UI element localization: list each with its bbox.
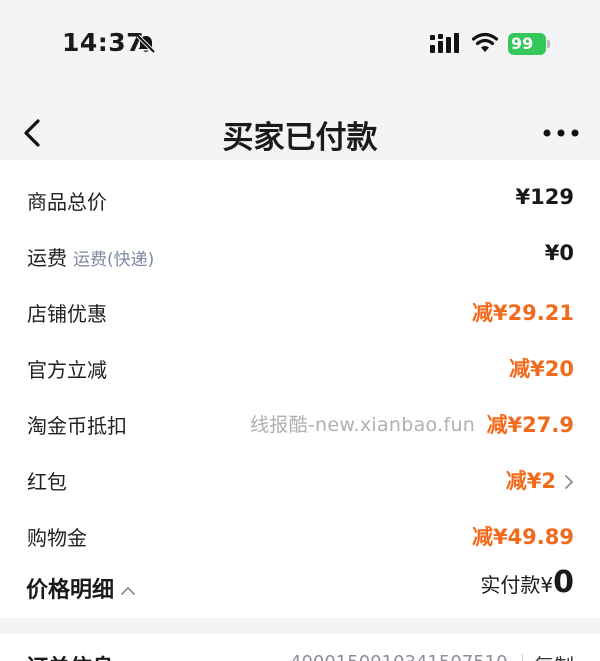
chevron-right-icon [565,475,573,489]
more-horizontal-icon[interactable] [543,126,579,140]
battery-body: 99 [508,33,546,55]
battery-tip [547,40,550,48]
row-label: 淘金币抵扣 [27,414,127,438]
status-time: 14:37 [62,28,145,57]
order-info-section: 订单信息 4000150010341507510 复制 [0,634,600,661]
cellular-signal-icon [430,33,459,53]
price-detail-label: 价格明细 [26,578,115,603]
row-label: 红包 [27,470,67,494]
row-value: 减¥29.21 [471,301,574,325]
page-title: 买家已付款 [222,120,378,156]
wifi-icon [471,32,499,52]
row-shop-discount: 店铺优惠 减¥29.21 [0,282,600,338]
row-label: 购物金 [27,526,87,550]
order-page: 14:37 99 买家已付款 商品总价 ¥129 运费 运费(快递) ¥0 店铺… [0,0,600,661]
status-bar: 14:37 99 [0,0,600,86]
watermark-text: 线报酷-new.xianbao.fun [250,414,476,436]
chevron-up-icon [121,587,135,595]
battery-icon: 99 [508,33,550,55]
row-label-wrap: 运费 运费(快递) [27,242,154,271]
order-number: 4000150010341507510 [290,652,508,661]
row-shipping: 运费 运费(快递) ¥0 [0,226,600,282]
row-red-packet[interactable]: 红包 减¥2 [0,450,600,506]
copy-button[interactable]: 复制 [534,650,574,661]
paid-label: 实付款¥ [480,573,554,597]
row-value: ¥0 [544,241,574,265]
row-value: 减¥27.9 [486,413,574,437]
row-shopping-gold: 购物金 减¥49.89 [0,506,600,562]
row-value: 减¥49.89 [471,525,574,549]
row-label: 商品总价 [27,190,107,214]
battery-level: 99 [511,34,534,53]
row-label: 官方立减 [27,358,107,382]
paid-value: 0 [553,565,574,600]
row-value-wrap: 减¥2 [506,465,574,495]
price-detail-bar: 价格明细 实付款¥0 [0,560,600,614]
row-sublabel: 运费(快递) [73,250,155,270]
bell-muted-icon [136,34,156,54]
order-info-title: 订单信息 [26,650,114,661]
row-value: ¥129 [515,185,574,209]
paid-amount: 实付款¥0 [480,565,574,600]
price-detail-toggle[interactable]: 价格明细 [26,572,136,604]
row-value: 减¥2 [505,469,556,493]
row-goods-total: 商品总价 ¥129 [0,170,600,226]
row-label: 运费 [27,246,67,270]
row-official-discount: 官方立减 减¥20 [0,338,600,394]
row-value: 减¥20 [509,357,574,381]
divider [522,654,523,661]
price-card: 商品总价 ¥129 运费 运费(快递) ¥0 店铺优惠 减¥29.21 官方立减 … [0,160,600,618]
row-label: 店铺优惠 [27,302,107,326]
